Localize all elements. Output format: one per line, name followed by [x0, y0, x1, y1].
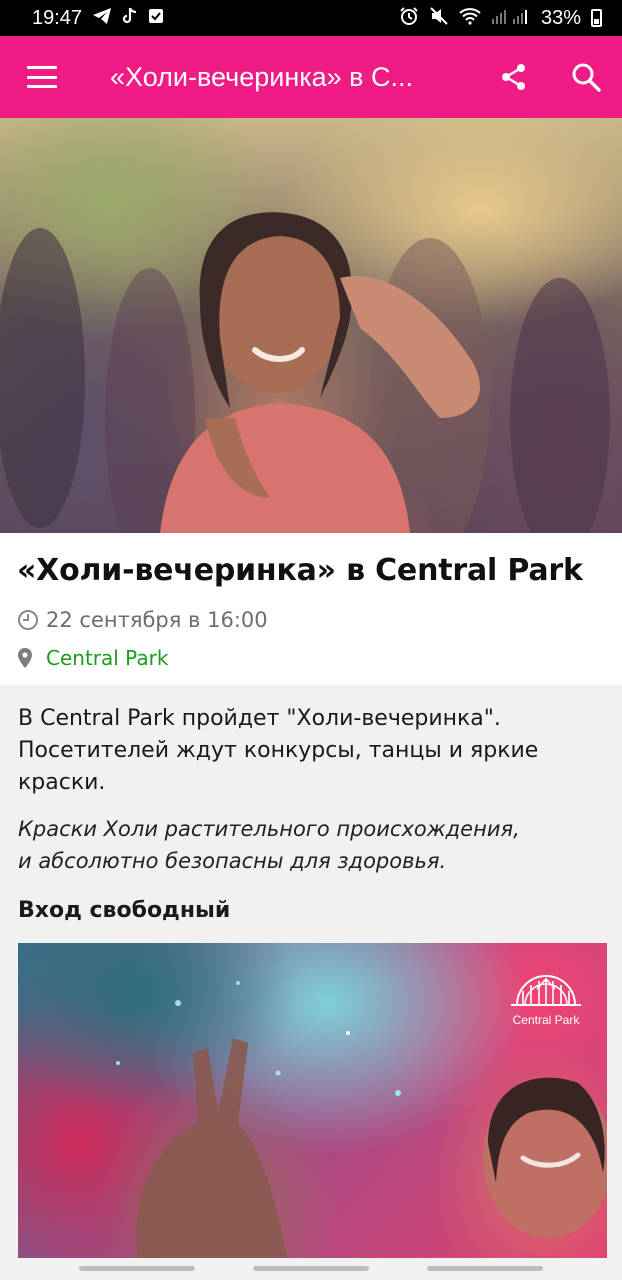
- event-date-row: 22 сентября в 16:00: [17, 605, 605, 635]
- hero-photo-illustration: [0, 212, 610, 533]
- event-description: В Central Park пройдет "Холи-вечеринка".…: [0, 685, 622, 927]
- search-button[interactable]: [550, 36, 622, 118]
- ferris-wheel-logo-icon: [511, 975, 581, 1006]
- status-time: 19:47: [32, 6, 83, 29]
- event-header-card: «Холи-вечеринка» в Central Park 22 сентя…: [0, 533, 622, 685]
- signal-icon: [491, 7, 531, 29]
- description-paragraph: В Central Park пройдет "Холи-вечеринка".…: [18, 706, 539, 795]
- promo-image: Central Park: [18, 943, 607, 1263]
- music-tiktok-icon: [122, 7, 138, 29]
- search-icon: [572, 63, 601, 92]
- battery-icon: [591, 9, 602, 27]
- location-pin-icon: [17, 647, 46, 669]
- menu-button[interactable]: [0, 36, 84, 118]
- central-park-logo: Central Park: [505, 965, 587, 1027]
- app-bar-title: «Холи-вечеринка» в C...: [110, 61, 414, 92]
- event-place-link[interactable]: Central Park: [46, 646, 168, 670]
- entry-info: Вход свободный: [18, 898, 231, 923]
- nav-recent-handle[interactable]: [79, 1266, 195, 1271]
- checkbox-notification-icon: [148, 8, 164, 28]
- description-note-line1: Краски Холи растительного происхождения,: [18, 817, 520, 841]
- description-note-line2: и абсолютно безопасны для здоровья.: [18, 849, 447, 873]
- telegram-icon: [92, 7, 112, 29]
- nav-back-handle[interactable]: [427, 1266, 543, 1271]
- clock-icon: [17, 609, 46, 631]
- description-note: Краски Холи растительного происхождения,…: [18, 813, 604, 877]
- share-icon: [502, 64, 525, 90]
- alarm-icon: [399, 6, 419, 30]
- share-button[interactable]: [478, 36, 550, 118]
- status-bar: 19:47 33%: [0, 0, 622, 36]
- event-title: «Холи-вечеринка» в Central Park: [17, 553, 583, 588]
- nav-home-handle[interactable]: [253, 1266, 369, 1271]
- system-nav-bar: [0, 1258, 622, 1280]
- menu-icon: [27, 66, 57, 88]
- event-date: 22 сентября в 16:00: [46, 608, 268, 632]
- promo-logo-text: Central Park: [512, 1013, 580, 1027]
- mute-icon: [429, 6, 449, 30]
- battery-percent: 33%: [540, 6, 581, 29]
- event-place-row[interactable]: Central Park: [17, 643, 605, 673]
- app-bar: «Холи-вечеринка» в C...: [0, 36, 622, 118]
- event-hero-image: [0, 118, 622, 533]
- wifi-icon: [459, 7, 481, 29]
